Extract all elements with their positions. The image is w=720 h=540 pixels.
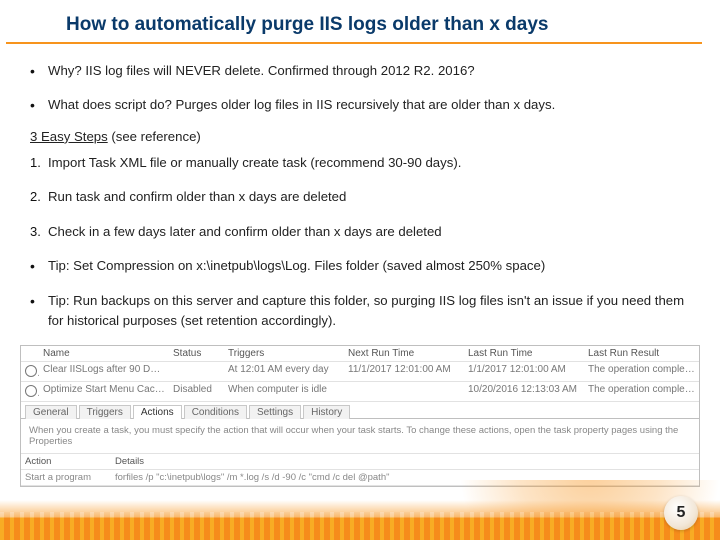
clock-icon (25, 365, 37, 377)
task-status (169, 362, 224, 381)
col-details: Details (111, 454, 699, 469)
tip-item: Tip: Set Compression on x:\inetpub\logs\… (30, 249, 690, 283)
col-status: Status (169, 346, 224, 361)
step-item: Run task and confirm older than x days a… (30, 180, 690, 214)
steps-list: Import Task XML file or manually create … (30, 146, 690, 339)
step-item: Check in a few days later and confirm ol… (30, 215, 690, 249)
tab-hint: When you create a task, you must specify… (21, 419, 699, 454)
task-next: 11/1/2017 12:01:00 AM (344, 362, 464, 381)
task-last: 10/20/2016 12:13:03 AM (464, 382, 584, 401)
bullet-item: What does script do? Purges older log fi… (30, 88, 690, 122)
page-number: 5 (664, 496, 698, 530)
task-result: The operation completed successfully. (0… (584, 382, 699, 401)
task-next (344, 382, 464, 401)
col-next: Next Run Time (344, 346, 464, 361)
tab-general: General (25, 405, 77, 419)
task-status: Disabled (169, 382, 224, 401)
task-triggers: When computer is idle (224, 382, 344, 401)
bullet-item: Why? IIS log files will NEVER delete. Co… (30, 54, 690, 88)
slide-content: Why? IIS log files will NEVER delete. Co… (0, 50, 720, 339)
tab-history: History (303, 405, 350, 419)
bullet-list: Why? IIS log files will NEVER delete. Co… (30, 54, 690, 123)
step-item: Import Task XML file or manually create … (30, 146, 690, 180)
col-action: Action (21, 454, 111, 469)
slide: How to automatically purge IIS logs olde… (0, 0, 720, 540)
task-row: Clear IISLogs after 90 Days At 12:01 AM … (21, 362, 699, 382)
task-name: Clear IISLogs after 90 Days (39, 362, 169, 381)
clock-icon (25, 385, 37, 397)
task-name: Optimize Start Menu Cache F… (39, 382, 169, 401)
task-result: The operation completed successfully. (0… (584, 362, 699, 381)
steps-subhead-rest: (see reference) (108, 129, 201, 144)
task-triggers: At 12:01 AM every day (224, 362, 344, 381)
task-table-header: Name Status Triggers Next Run Time Last … (21, 346, 699, 362)
slide-footer-graphic (0, 480, 720, 540)
task-tabs: General Triggers Actions Conditions Sett… (21, 402, 699, 419)
action-table-header: Action Details (21, 454, 699, 470)
tab-settings: Settings (249, 405, 301, 419)
tip-item: Tip: Run backups on this server and capt… (30, 284, 690, 339)
tab-actions: Actions (133, 405, 182, 419)
slide-title: How to automatically purge IIS logs olde… (6, 0, 702, 44)
tab-triggers: Triggers (79, 405, 131, 419)
tab-conditions: Conditions (184, 405, 247, 419)
task-last: 1/1/2017 12:01:00 AM (464, 362, 584, 381)
task-row: Optimize Start Menu Cache F… Disabled Wh… (21, 382, 699, 402)
task-scheduler-screenshot: Name Status Triggers Next Run Time Last … (20, 345, 700, 487)
col-last: Last Run Time (464, 346, 584, 361)
col-name: Name (39, 346, 169, 361)
col-triggers: Triggers (224, 346, 344, 361)
steps-subhead-underlined: 3 Easy Steps (30, 129, 108, 144)
col-result: Last Run Result (584, 346, 699, 361)
steps-subhead: 3 Easy Steps (see reference) (30, 123, 690, 146)
